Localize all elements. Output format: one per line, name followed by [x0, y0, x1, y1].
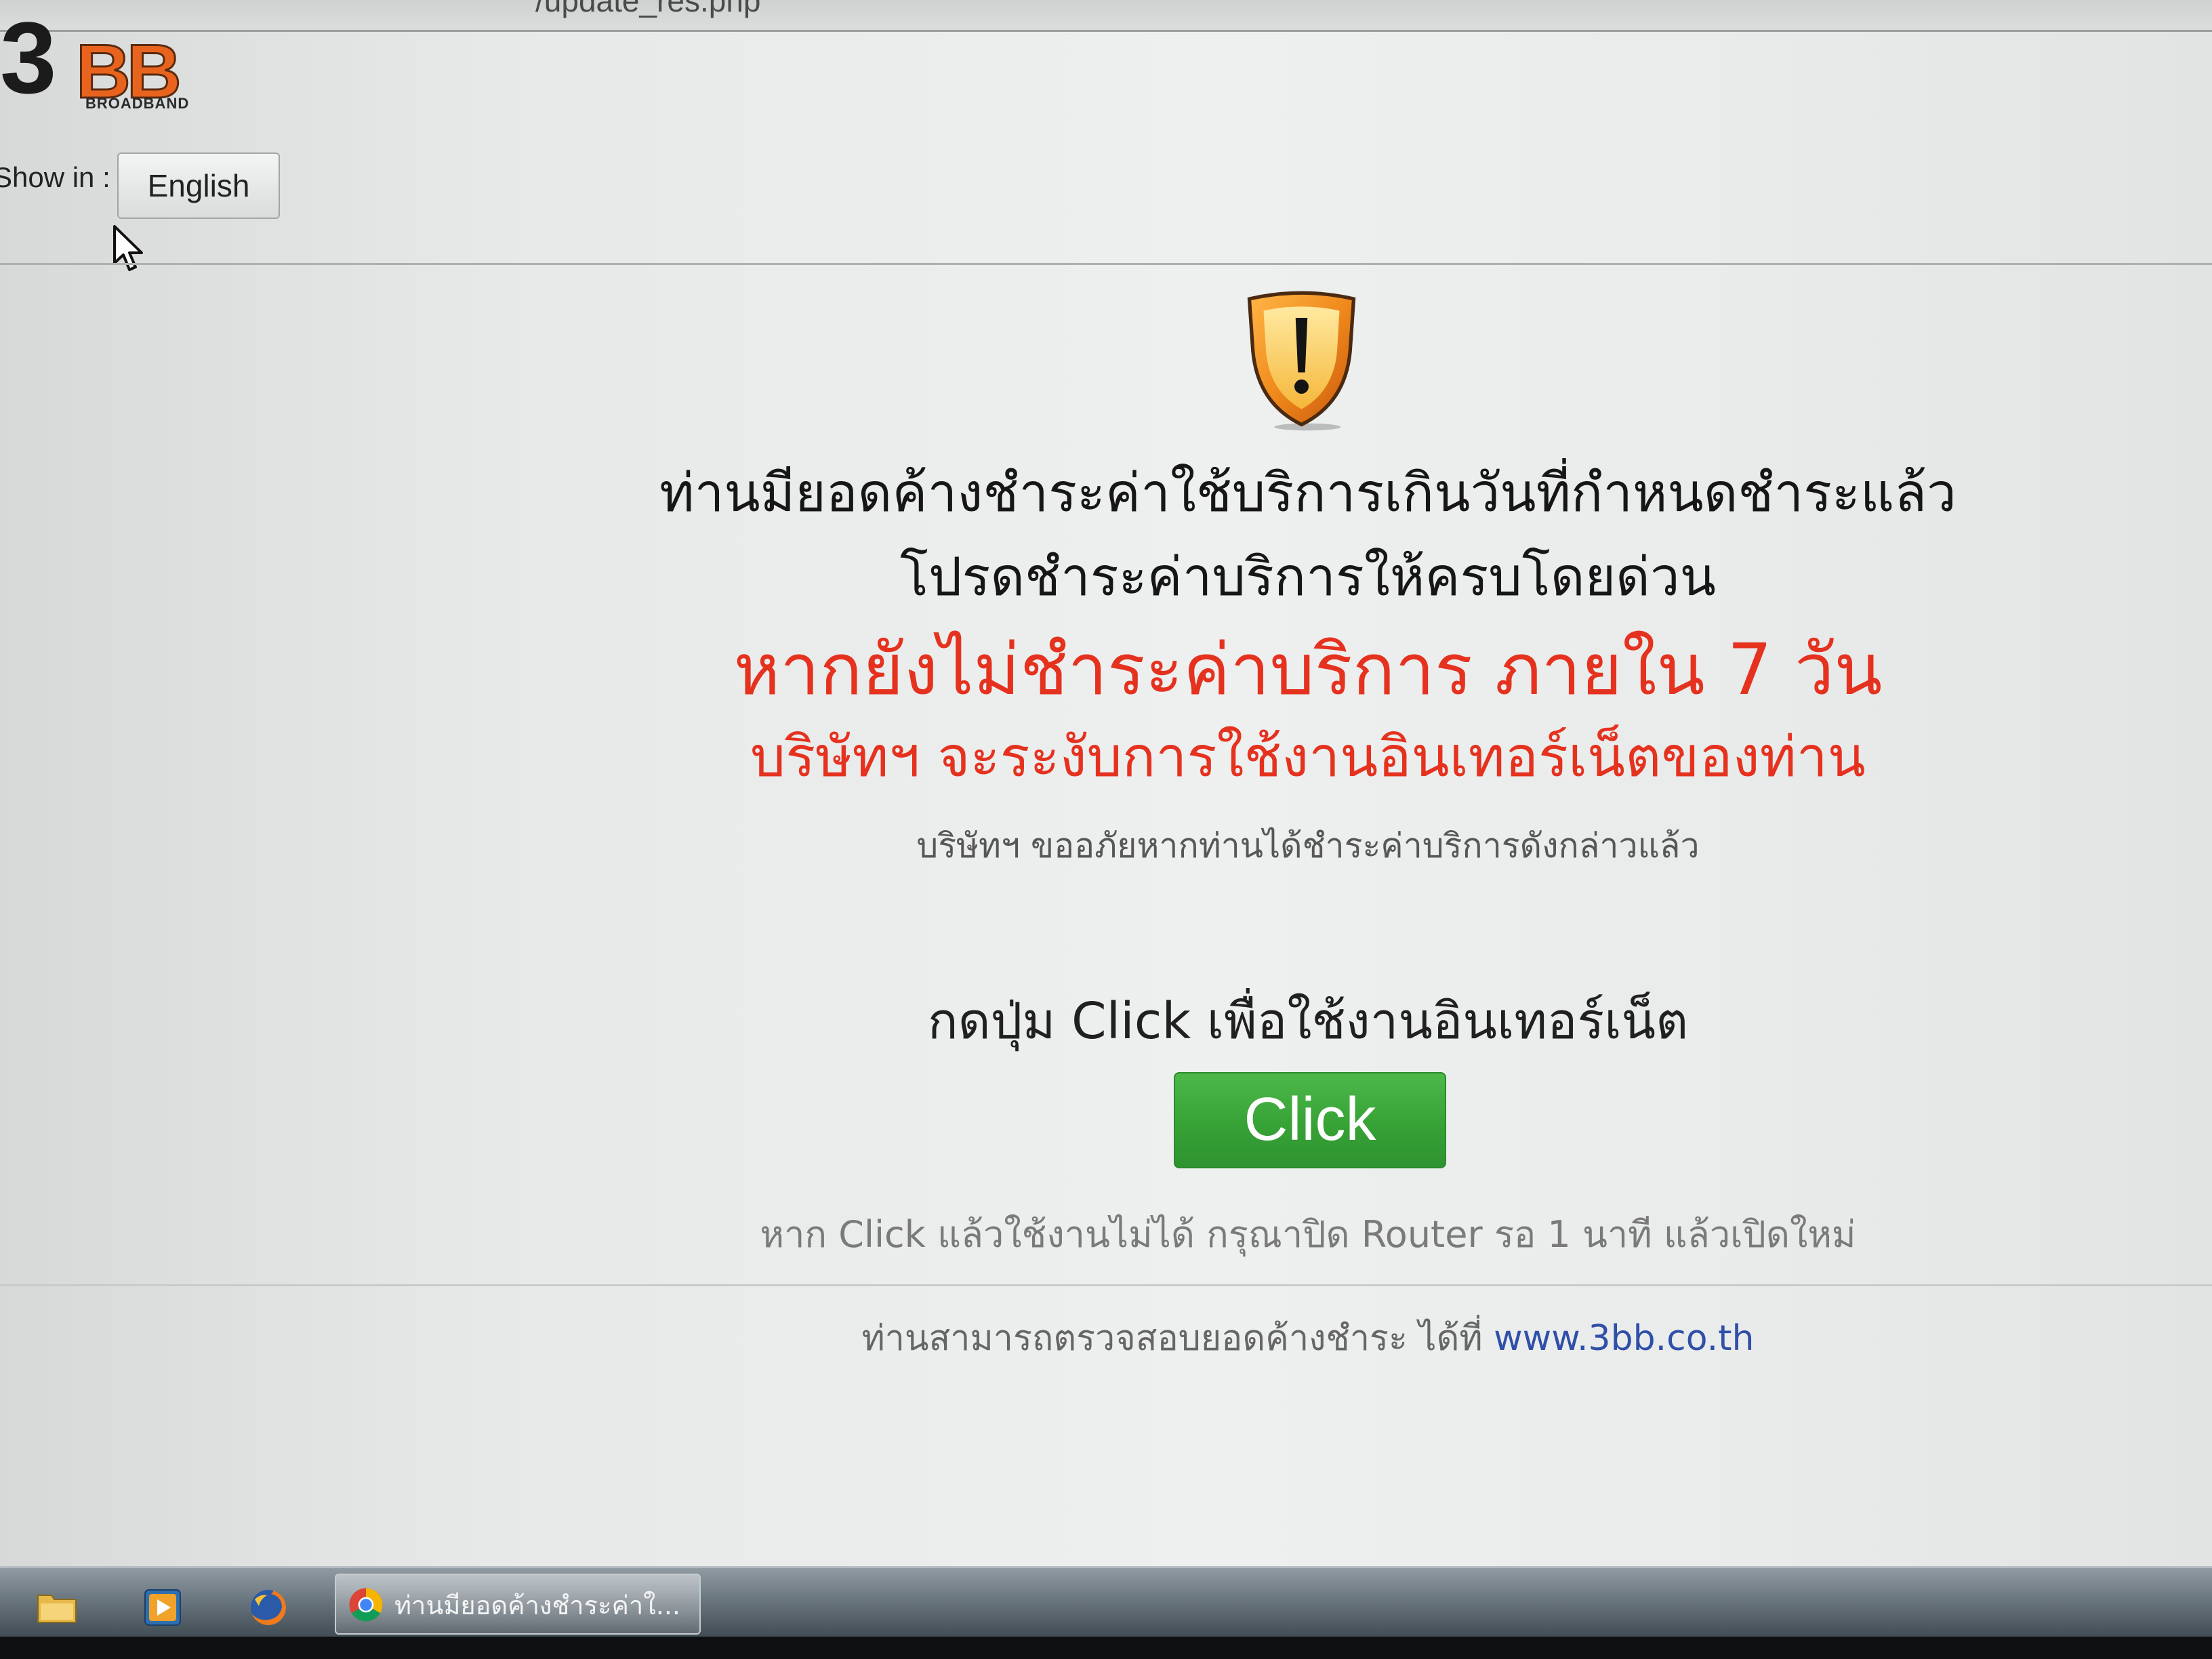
logo-digit: 3 [0, 1, 57, 115]
logo-subtitle: BROADBAND [85, 95, 190, 112]
click-instruction-line: กดปุ่ม Click เพื่อใช้งานอินเทอร์เน็ต [927, 992, 1689, 1050]
chrome-icon [349, 1588, 383, 1622]
taskbar [0, 1566, 2212, 1639]
footer-divider [0, 1284, 2212, 1286]
taskbar-window-title: ท่านมียอดค้างชำระค่าใ... [394, 1591, 680, 1620]
address-bar[interactable]: /update_res.php [0, 0, 2212, 32]
show-in-label: Show in : [0, 161, 110, 193]
3bb-website-link[interactable]: www.3bb.co.th [1494, 1318, 1754, 1359]
language-english-button[interactable]: English [117, 152, 280, 219]
monitor-bezel [0, 1637, 2212, 1659]
click-button[interactable]: Click [1174, 1072, 1446, 1168]
warning-deadline-line: หากยังไม่ชำระค่าบริการ ภายใน 7 วัน [733, 628, 1883, 711]
check-balance-text: ท่านสามารถตรวจสอบยอดค้างชำระ ได้ที่ [861, 1318, 1494, 1359]
overdue-notice-line: ท่านมียอดค้างชำระค่าใช้บริการเกินวันที่ก… [659, 463, 1957, 524]
warning-shield-icon [1247, 291, 1356, 431]
apology-line: บริษัทฯ ขออภัยหากท่านได้ชำระค่าบริการดัง… [916, 826, 1700, 865]
check-balance-line: ท่านสามารถตรวจสอบยอดค้างชำระ ได้ที่ www.… [404, 1315, 2212, 1362]
header-divider [0, 263, 2212, 265]
firefox-icon[interactable] [247, 1586, 290, 1629]
address-bar-text: /update_res.php [535, 0, 761, 18]
router-hint-line: หาก Click แล้วใช้งานไม่ได้ กรุณาปิด Rout… [760, 1213, 1856, 1256]
media-player-icon[interactable] [141, 1586, 184, 1629]
warning-suspension-line: บริษัทฯ จะระงับการใช้งานอินเทอร์เน็ตของท… [750, 725, 1866, 790]
mouse-cursor-icon [113, 225, 143, 271]
folder-icon[interactable] [35, 1586, 79, 1629]
pay-urgently-line: โปรดชำระค่าบริการให้ครบโดยด่วน [900, 547, 1716, 608]
